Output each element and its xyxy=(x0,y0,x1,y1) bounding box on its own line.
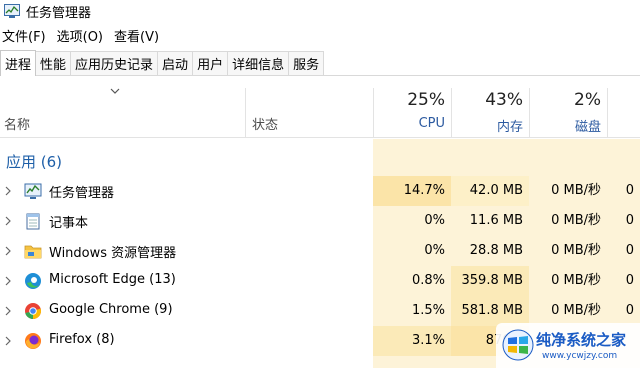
disk-cell: 0 MB/秒 xyxy=(551,243,601,258)
cpu-cell: 0% xyxy=(424,243,445,258)
notepad-icon xyxy=(26,213,40,230)
process-name: Firefox (8) xyxy=(49,332,115,347)
column-status-header[interactable]: 状态 xyxy=(252,114,278,133)
disk-cell: 0 MB/秒 xyxy=(551,183,601,198)
table-row[interactable]: 记事本 0% 11.6 MB 0 MB/秒 0 xyxy=(0,206,640,236)
tab-services[interactable]: 服务 xyxy=(288,51,325,75)
tab-startup[interactable]: 启动 xyxy=(157,51,194,75)
watermark-title: 纯净系统之家 xyxy=(536,331,627,349)
column-cpu-header[interactable]: 25% CPU xyxy=(373,90,445,131)
tab-bar: 进程 性能 应用历史记录 启动 用户 详细信息 服务 xyxy=(0,50,640,76)
process-name: Windows 资源管理器 xyxy=(49,246,177,261)
chevron-right-icon[interactable] xyxy=(4,246,12,256)
tab-performance[interactable]: 性能 xyxy=(35,51,72,75)
cpu-label: CPU xyxy=(418,116,445,131)
chevron-right-icon[interactable] xyxy=(4,336,12,346)
column-divider[interactable] xyxy=(245,88,246,138)
site-watermark: 纯净系统之家 www.ycwjzy.com xyxy=(496,323,640,368)
menu-file[interactable]: 文件(F) xyxy=(0,26,49,45)
task-manager-icon xyxy=(24,183,42,199)
network-cell: 0 xyxy=(625,213,634,228)
disk-label: 磁盘 xyxy=(574,120,601,135)
title-bar: 任务管理器 xyxy=(0,0,640,22)
menu-options[interactable]: 选项(O) xyxy=(55,26,106,45)
memory-cell: 581.8 MB xyxy=(451,296,529,326)
cpu-cell: 1.5% xyxy=(411,303,445,318)
disk-cell: 0 MB/秒 xyxy=(551,303,601,318)
folder-icon xyxy=(24,245,42,259)
column-header: 名称 状态 25% CPU 43% 内存 2% 磁盘 xyxy=(0,76,640,138)
process-name: Microsoft Edge (13) xyxy=(49,272,176,287)
table-row[interactable]: Google Chrome (9) 1.5% 581.8 MB 0 MB/秒 0 xyxy=(0,296,640,326)
cpu-cell: 14.7% xyxy=(373,176,451,206)
disk-total-percent: 2% xyxy=(574,90,601,110)
cpu-cell: 3.1% xyxy=(373,326,451,356)
edge-icon xyxy=(25,273,41,289)
network-cell: 0 xyxy=(625,273,634,288)
disk-cell: 0 MB/秒 xyxy=(551,213,601,228)
memory-cell: 42.0 MB xyxy=(451,176,529,206)
network-cell: 0 xyxy=(625,243,634,258)
cpu-cell: 0.8% xyxy=(411,273,445,288)
tab-users[interactable]: 用户 xyxy=(192,51,229,75)
tab-details[interactable]: 详细信息 xyxy=(227,51,290,75)
process-name: 任务管理器 xyxy=(49,186,115,201)
memory-cell: 359.8 MB xyxy=(451,266,529,296)
watermark-url: www.ycwjzy.com xyxy=(542,351,618,361)
chrome-icon xyxy=(25,303,42,319)
memory-cell: 11.6 MB xyxy=(469,213,523,228)
chevron-right-icon[interactable] xyxy=(4,306,12,316)
table-row[interactable]: 任务管理器 14.7% 42.0 MB 0 MB/秒 0 xyxy=(0,176,640,206)
cpu-cell: 0% xyxy=(424,213,445,228)
chevron-right-icon[interactable] xyxy=(4,186,12,196)
menu-bar: 文件(F) 选项(O) 查看(V) xyxy=(0,24,168,46)
window-title: 任务管理器 xyxy=(26,5,92,21)
process-name: Google Chrome (9) xyxy=(49,302,173,317)
chevron-right-icon[interactable] xyxy=(4,216,12,226)
network-cell: 0 xyxy=(625,303,634,318)
tab-processes[interactable]: 进程 xyxy=(0,50,37,76)
column-memory-header[interactable]: 43% 内存 xyxy=(451,90,523,135)
column-name-header[interactable]: 名称 xyxy=(4,114,30,133)
firefox-icon xyxy=(25,333,41,349)
memory-label: 内存 xyxy=(496,120,523,135)
process-name: 记事本 xyxy=(49,216,89,231)
cpu-total-percent: 25% xyxy=(407,90,445,110)
network-cell: 0 xyxy=(625,183,634,198)
chevron-right-icon[interactable] xyxy=(4,276,12,286)
task-manager-icon xyxy=(4,4,20,18)
watermark-logo-icon xyxy=(502,329,534,361)
memory-cell: 28.8 MB xyxy=(469,243,523,258)
disk-cell: 0 MB/秒 xyxy=(551,273,601,288)
table-row[interactable]: Microsoft Edge (13) 0.8% 359.8 MB 0 MB/秒… xyxy=(0,266,640,296)
table-row[interactable]: Windows 资源管理器 0% 28.8 MB 0 MB/秒 0 xyxy=(0,236,640,266)
group-header-apps[interactable]: 应用 (6) xyxy=(6,151,62,172)
memory-total-percent: 43% xyxy=(485,90,523,110)
chevron-down-icon[interactable] xyxy=(110,86,120,96)
column-disk-header[interactable]: 2% 磁盘 xyxy=(529,90,601,135)
column-divider[interactable] xyxy=(607,88,608,138)
menu-view[interactable]: 查看(V) xyxy=(112,26,162,45)
tab-app-history[interactable]: 应用历史记录 xyxy=(70,51,159,75)
